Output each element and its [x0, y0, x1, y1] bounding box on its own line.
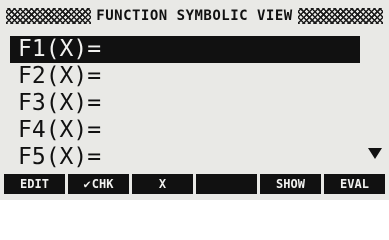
title-pattern-right [297, 8, 383, 24]
check-softkey[interactable]: ✔ CHK [68, 174, 129, 194]
view-title: FUNCTION SYMBOLIC VIEW [96, 8, 293, 24]
show-softkey-label: SHOW [276, 177, 305, 191]
check-softkey-label: CHK [91, 177, 114, 191]
function-row-f4[interactable]: F4(X)= [10, 117, 360, 144]
function-list: F1(X)= F2(X)= F3(X)= F4(X)= F5(X)= [10, 36, 360, 171]
eval-softkey-label: EVAL [340, 177, 369, 191]
edit-softkey-label: EDIT [20, 177, 49, 191]
title-pattern-left [6, 8, 92, 24]
scroll-down-arrow-icon [368, 148, 382, 159]
title-bar: FUNCTION SYMBOLIC VIEW [6, 6, 383, 26]
soft-key-menu: EDIT ✔ CHK X SHOW EVAL [4, 174, 385, 194]
function-row-f3[interactable]: F3(X)= [10, 90, 360, 117]
x-variable-softkey[interactable]: X [132, 174, 193, 194]
function-row-f2[interactable]: F2(X)= [10, 63, 360, 90]
eval-softkey[interactable]: EVAL [324, 174, 385, 194]
edit-softkey[interactable]: EDIT [4, 174, 65, 194]
checkmark-icon: ✔ [83, 177, 91, 191]
function-row-f1[interactable]: F1(X)= [10, 36, 360, 63]
empty-softkey[interactable] [196, 174, 257, 194]
show-softkey[interactable]: SHOW [260, 174, 321, 194]
function-row-f5[interactable]: F5(X)= [10, 144, 360, 171]
x-softkey-label: X [158, 177, 167, 191]
calculator-screen: FUNCTION SYMBOLIC VIEW F1(X)= F2(X)= F3(… [0, 0, 389, 200]
